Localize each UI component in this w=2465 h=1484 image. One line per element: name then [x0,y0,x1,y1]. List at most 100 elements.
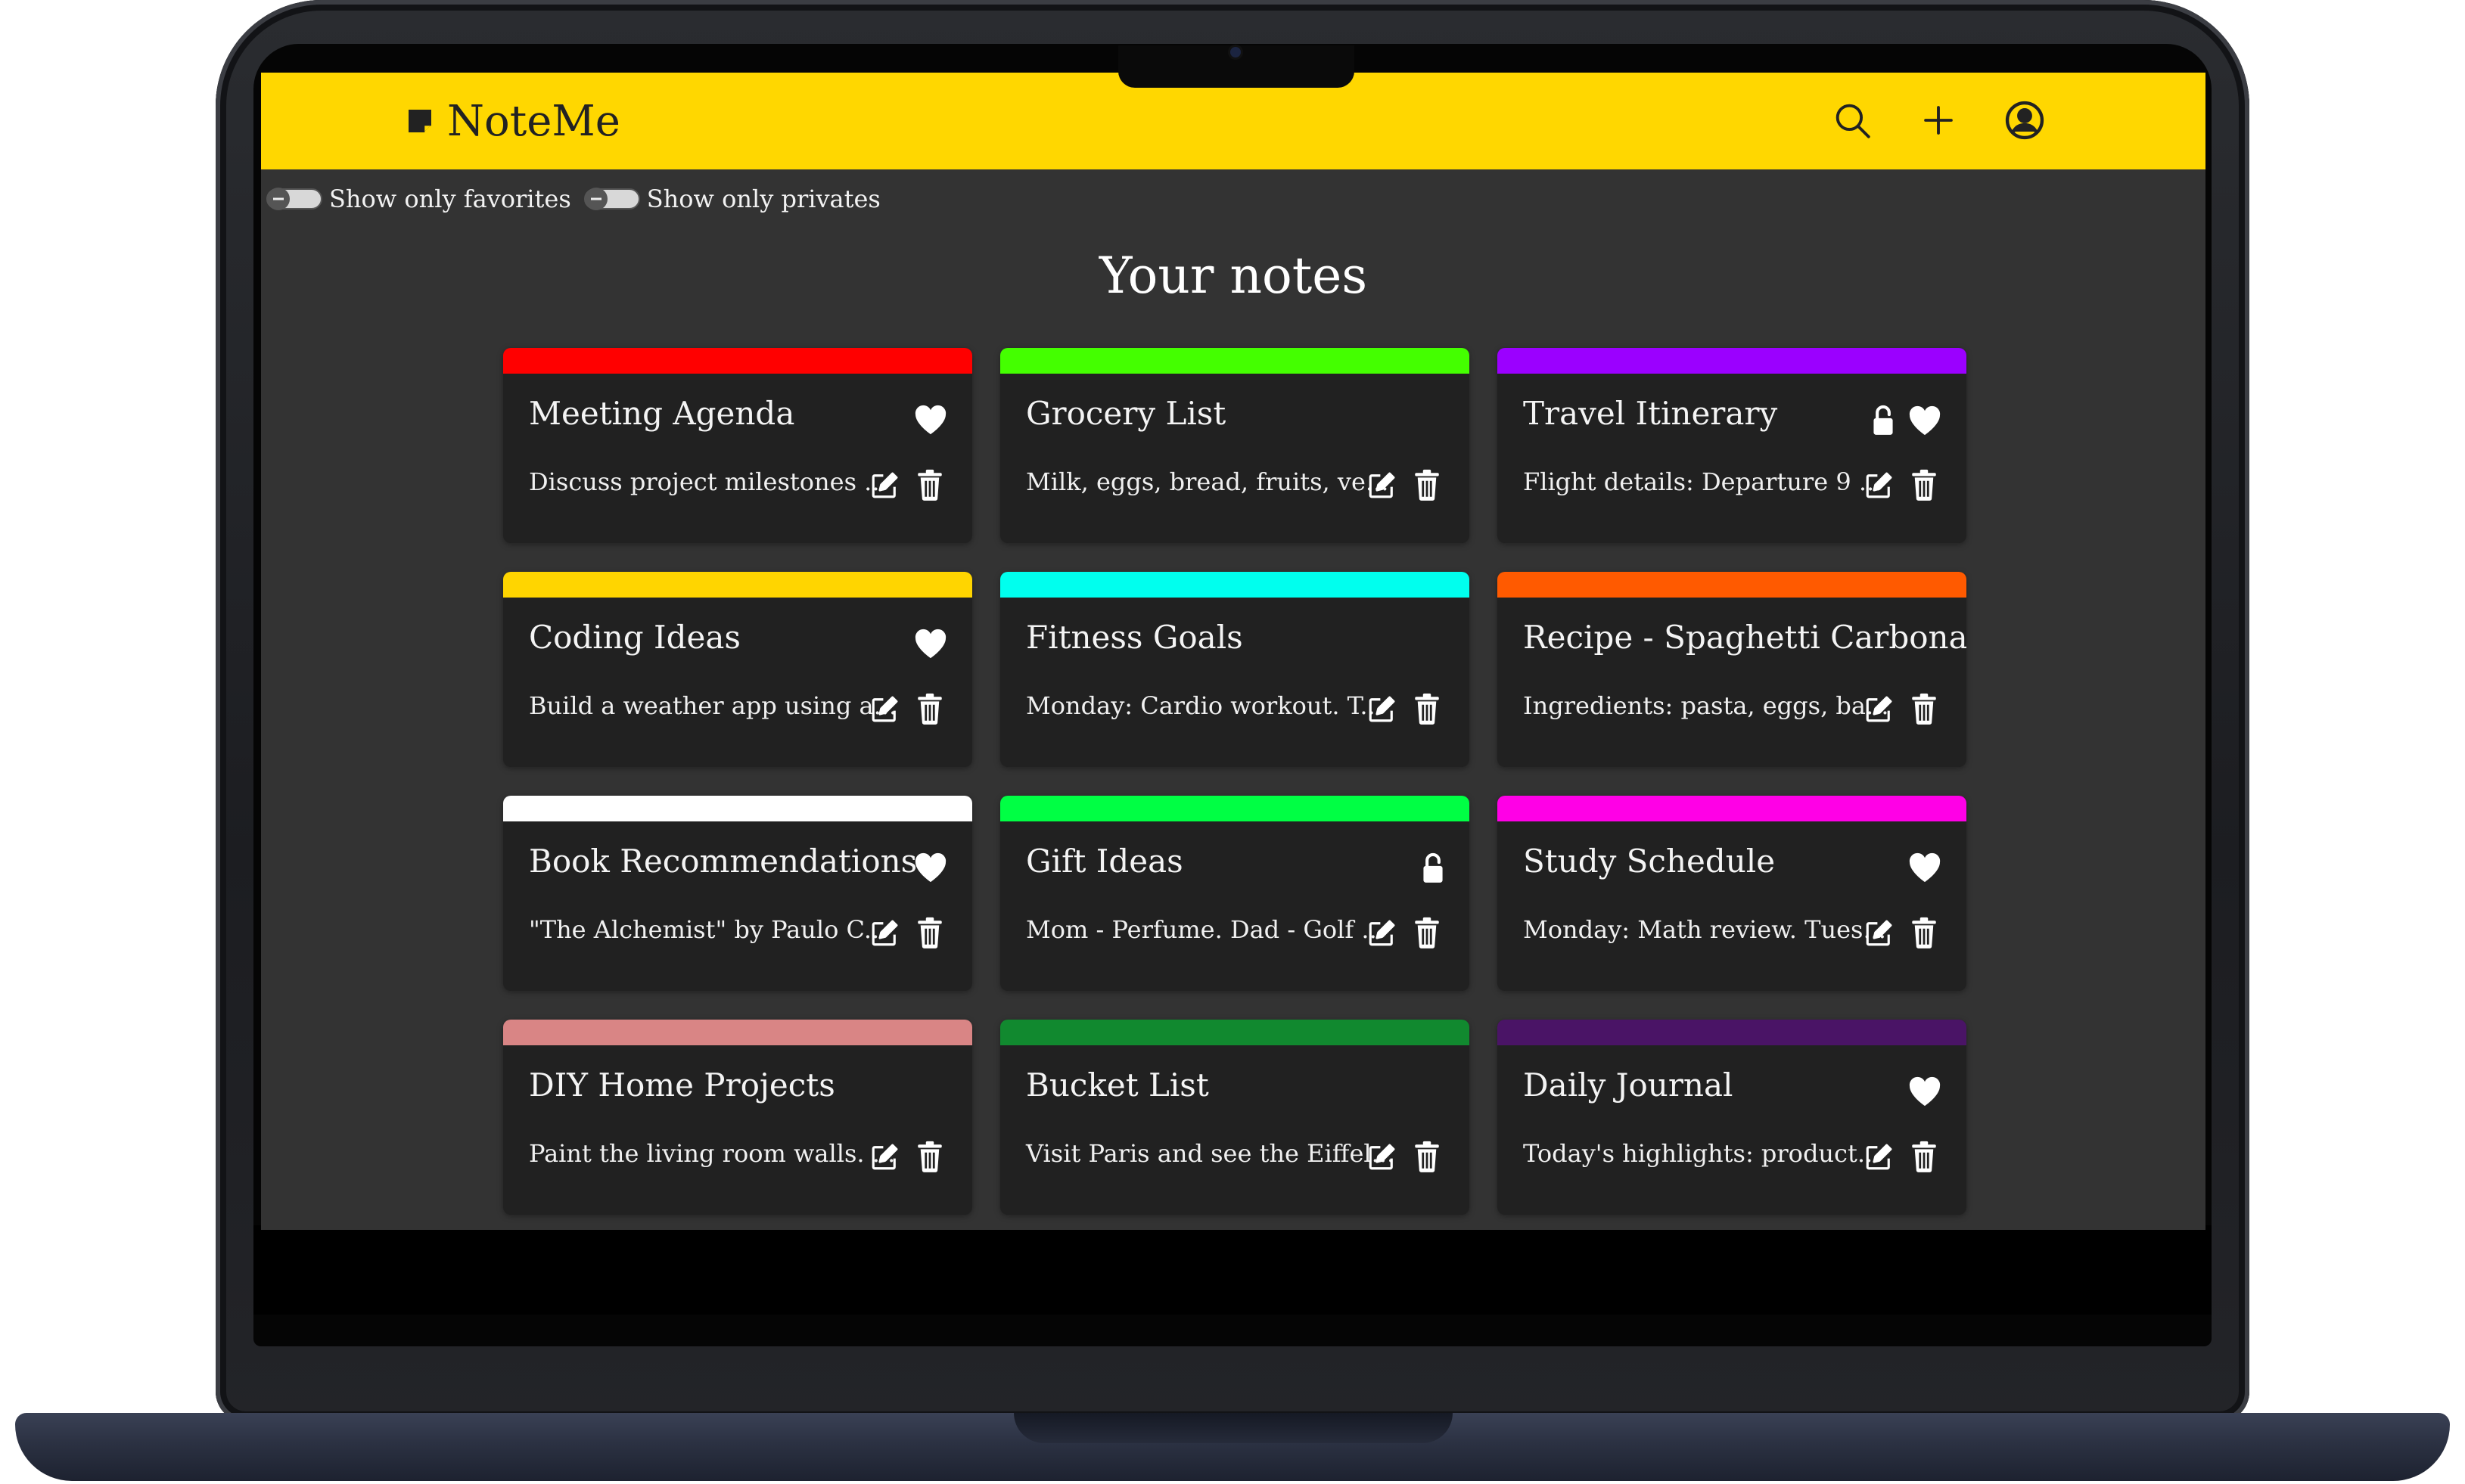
note-color-bar [1497,348,1966,374]
trash-icon[interactable] [1910,917,1938,948]
note-status [1421,852,1445,885]
edit-icon[interactable] [869,917,901,948]
edit-icon[interactable] [1864,693,1895,725]
edit-icon[interactable] [1366,469,1398,501]
heart-icon[interactable] [1907,405,1942,436]
note-card[interactable]: Coding Ideas Build a weather app using a… [503,572,972,767]
note-color-bar [503,348,972,374]
edit-icon[interactable] [869,1141,901,1172]
toggle-switch-icon[interactable] [583,186,641,212]
trash-icon[interactable] [916,1141,943,1172]
app-screen: NoteMe Show only favorites Show only pri… [261,73,2205,1230]
heart-icon[interactable] [1907,852,1942,883]
user-circle-icon[interactable] [2003,98,2047,142]
brand[interactable]: NoteMe [405,95,620,147]
edit-icon[interactable] [869,469,901,501]
note-card[interactable]: Recipe - Spaghetti Carbonara Ingredients… [1497,572,1966,767]
edit-icon[interactable] [869,693,901,725]
note-card[interactable]: Gift Ideas Mom - Perfume. Dad - Golf ... [1000,796,1469,991]
note-title: DIY Home Projects [529,1066,835,1104]
filters-bar: Show only favorites Show only privates [266,185,893,213]
note-card[interactable]: Fitness Goals Monday: Cardio workout. T.… [1000,572,1469,767]
nav-actions [1830,98,2047,142]
note-color-bar [1497,1020,1966,1045]
brand-name: NoteMe [447,96,620,146]
note-actions [1864,469,1938,501]
trash-icon[interactable] [1910,469,1938,501]
note-preview: Visit Paris and see the Eiffel... [1026,1139,1395,1168]
laptop-frame: NoteMe Show only favorites Show only pri… [0,0,2465,1484]
trash-icon[interactable] [916,469,943,501]
filter-favorites-label: Show only favorites [329,185,571,213]
heart-icon[interactable] [913,628,948,660]
note-actions [1366,469,1441,501]
trash-icon[interactable] [1413,469,1441,501]
trash-icon[interactable] [916,917,943,948]
note-preview: Monday: Math review. Tues... [1523,915,1886,944]
sticky-note-icon [409,110,431,132]
edit-icon[interactable] [1864,1141,1895,1172]
note-status [1871,404,1942,437]
heart-icon[interactable] [913,852,948,883]
note-preview: Milk, eggs, bread, fruits, ve... [1026,467,1389,496]
filter-privates[interactable]: Show only privates [583,185,881,213]
note-title: Fitness Goals [1026,619,1243,656]
note-title: Coding Ideas [529,619,741,656]
note-status [913,404,948,436]
note-card[interactable]: Study Schedule Monday: Math review. Tues… [1497,796,1966,991]
notes-grid: Meeting Agenda Discuss project milestone… [503,348,1966,1215]
note-card[interactable]: Travel Itinerary Flight details: Departu… [1497,348,1966,543]
note-color-bar [1000,1020,1469,1045]
heart-icon[interactable] [1907,1076,1942,1107]
edit-icon[interactable] [1864,469,1895,501]
trash-icon[interactable] [1910,1141,1938,1172]
note-color-bar [1000,572,1469,598]
note-color-bar [503,572,972,598]
note-color-bar [1497,572,1966,598]
note-preview: Today's highlights: product... [1523,1139,1881,1168]
lock-icon [1873,405,1893,435]
search-icon[interactable] [1830,98,1874,142]
trash-icon[interactable] [1413,917,1441,948]
camera-icon [1230,47,1241,57]
heart-icon[interactable] [913,404,948,436]
plus-icon[interactable] [1916,98,1960,142]
note-card[interactable]: Daily Journal Today's highlights: produc… [1497,1020,1966,1215]
note-actions [1864,917,1938,948]
edit-icon[interactable] [1366,1141,1398,1172]
note-title: Recipe - Spaghetti Carbonara [1523,619,1966,656]
trash-icon[interactable] [916,693,943,725]
note-card[interactable]: Book Recommendations "The Alchemist" by … [503,796,972,991]
note-actions [869,1141,943,1172]
lock-icon [1423,852,1443,883]
note-card[interactable]: Meeting Agenda Discuss project milestone… [503,348,972,543]
note-preview: Build a weather app using a... [529,691,897,720]
note-color-bar [1000,348,1469,374]
note-title: Bucket List [1026,1066,1209,1104]
note-title: Daily Journal [1523,1066,1733,1104]
trash-icon[interactable] [1910,693,1938,725]
note-actions [1366,917,1441,948]
note-title: Gift Ideas [1026,843,1183,880]
screen-chin [253,1225,2212,1315]
trash-icon[interactable] [1413,693,1441,725]
note-card[interactable]: Grocery List Milk, eggs, bread, fruits, … [1000,348,1469,543]
note-title: Grocery List [1026,395,1226,432]
filter-favorites[interactable]: Show only favorites [266,185,571,213]
note-preview: Discuss project milestones ... [529,467,887,496]
note-preview: Monday: Cardio workout. T... [1026,691,1383,720]
note-card[interactable]: DIY Home Projects Paint the living room … [503,1020,972,1215]
edit-icon[interactable] [1366,917,1398,948]
note-preview: Paint the living room walls. ... [529,1139,896,1168]
note-preview: Mom - Perfume. Dad - Golf ... [1026,915,1385,944]
note-title: Meeting Agenda [529,395,795,432]
edit-icon[interactable] [1864,917,1895,948]
note-preview: Ingredients: pasta, eggs, ba... [1523,691,1889,720]
note-title: Study Schedule [1523,843,1776,880]
edit-icon[interactable] [1366,693,1398,725]
note-card[interactable]: Bucket List Visit Paris and see the Eiff… [1000,1020,1469,1215]
trash-icon[interactable] [1413,1141,1441,1172]
toggle-switch-icon[interactable] [266,186,323,212]
note-actions [1366,693,1441,725]
note-color-bar [1000,796,1469,821]
